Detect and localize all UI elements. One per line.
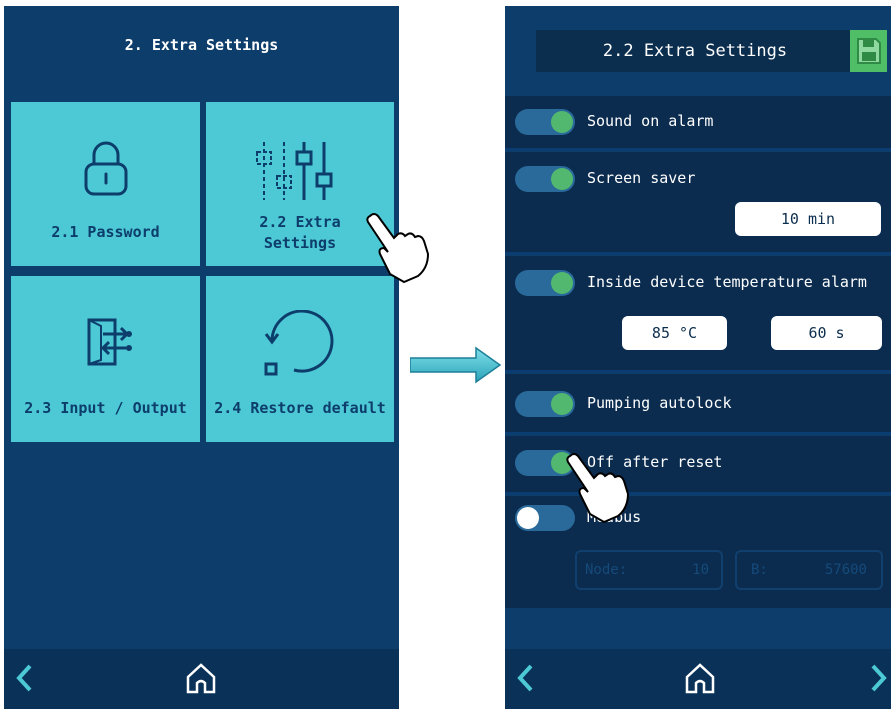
screen-saver-toggle[interactable]: [515, 166, 575, 192]
tile-input-output[interactable]: 2.3 Input / Output: [11, 276, 200, 442]
temperature-alarm-toggle[interactable]: [515, 270, 575, 296]
setting-row-sound-on-alarm: Sound on alarm: [505, 96, 891, 150]
field-value: 10: [692, 562, 709, 578]
chevron-left-icon[interactable]: [515, 663, 535, 693]
modbus-node-field[interactable]: Node: 10: [575, 550, 723, 590]
setting-row-pumping-autolock: Pumping autolock: [505, 374, 891, 434]
page-title: 2. Extra Settings: [124, 36, 279, 54]
sliders-icon: [256, 142, 333, 200]
field-value: 57600: [824, 562, 867, 578]
setting-row-screen-saver: Screen saver 10 min: [505, 152, 891, 254]
setting-label: Sound on alarm: [587, 112, 714, 130]
temperature-delay-field[interactable]: 60 s: [771, 316, 882, 350]
field-label: B:: [751, 562, 768, 578]
page-title: 2.2 Extra Settings: [536, 30, 854, 72]
chevron-left-icon[interactable]: [14, 663, 34, 693]
chevron-right-icon[interactable]: [869, 663, 889, 693]
field-label: Node:: [585, 562, 628, 578]
modbus-baud-field[interactable]: B: 57600: [735, 550, 883, 590]
setting-label: Screen saver: [587, 169, 696, 187]
sound-on-alarm-toggle[interactable]: [515, 109, 575, 135]
home-icon[interactable]: [683, 661, 717, 695]
tile-restore-default[interactable]: 2.4 Restore default: [206, 276, 394, 442]
tile-password[interactable]: 2.1 Password: [11, 102, 200, 266]
pumping-autolock-toggle[interactable]: [515, 391, 575, 417]
hand-pointer-icon: [566, 453, 630, 524]
setting-row-temperature-alarm: Inside device temperature alarm 85 °C 60…: [505, 256, 891, 372]
input-output-icon: [87, 318, 132, 366]
extra-settings-menu-screen: 2. Extra Settings 2.1 Password 2.2 Extra…: [4, 6, 399, 709]
restore-icon: [264, 310, 334, 376]
bottom-nav-bar: [505, 649, 891, 709]
tile-label: 2.3 Input / Output: [24, 399, 187, 417]
save-button[interactable]: [850, 30, 887, 72]
temperature-threshold-field[interactable]: 85 °C: [622, 316, 727, 350]
hand-pointer-icon: [366, 213, 430, 284]
bottom-nav-bar: [4, 649, 399, 709]
setting-label: Pumping autolock: [587, 394, 732, 412]
home-icon[interactable]: [184, 661, 218, 695]
screen-saver-time-field[interactable]: 10 min: [735, 202, 881, 236]
tile-label: 2.4 Restore default: [214, 399, 386, 417]
save-icon: [857, 38, 881, 64]
extra-settings-detail-screen: 2.2 Extra Settings Sound on alarm Screen…: [505, 6, 891, 709]
setting-label: Inside device temperature alarm: [587, 273, 867, 291]
tile-label: 2.1 Password: [51, 223, 160, 241]
transition-arrow-icon: [410, 346, 502, 384]
lock-icon: [84, 141, 128, 196]
